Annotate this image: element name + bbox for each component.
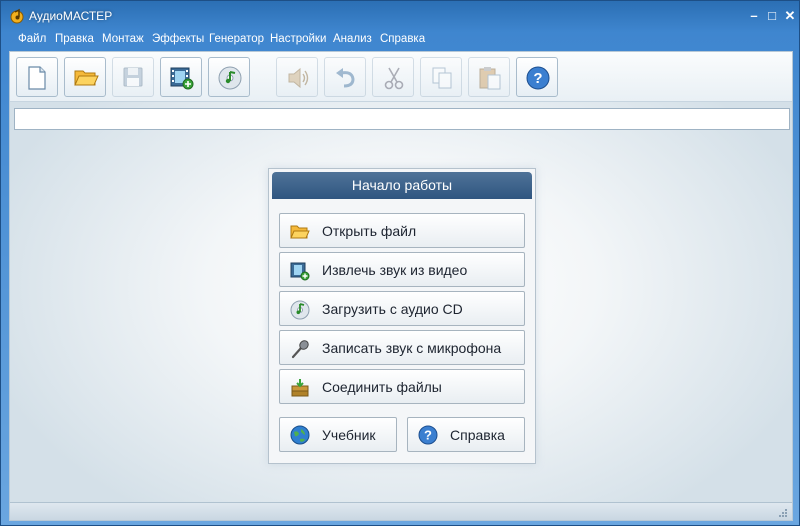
help-panel-button[interactable]: ? Справка <box>407 417 525 452</box>
speaker-icon <box>288 67 309 89</box>
maximize-button[interactable]: □ <box>765 9 779 23</box>
menu-settings[interactable]: Настройки <box>270 33 326 45</box>
globe-icon <box>290 425 310 445</box>
help-label: Справка <box>450 427 505 443</box>
tutorial-button[interactable]: Учебник <box>279 417 397 452</box>
film-add-icon <box>290 262 310 281</box>
cd-music-icon <box>290 300 310 320</box>
open-folder-button[interactable] <box>64 57 106 97</box>
join-files-icon <box>291 379 309 397</box>
extract-audio-label: Извлечь звук из видео <box>322 262 468 278</box>
app-logo-icon <box>10 8 24 24</box>
open-folder-icon <box>74 70 99 86</box>
join-files-label: Соединить файлы <box>322 379 442 395</box>
menu-help[interactable]: Справка <box>380 33 425 45</box>
minimize-button[interactable]: – <box>747 9 761 23</box>
help-icon: ? <box>526 66 550 90</box>
extract-video-button[interactable] <box>160 57 202 97</box>
app-window: АудиоМАСТЕР – □ ✕ Файл Правка Монтаж Эфф… <box>0 0 800 526</box>
extract-audio-button[interactable]: Извлечь звук из видео <box>279 252 525 287</box>
menu-generator[interactable]: Генератор <box>209 33 264 45</box>
play-button[interactable] <box>276 57 318 97</box>
cd-music-icon <box>218 66 242 90</box>
main-area: ? Начало работы Открыть файл Извлечь зву… <box>9 51 793 521</box>
help-icon: ? <box>418 425 438 445</box>
paste-button[interactable] <box>468 57 510 97</box>
new-file-icon <box>28 66 46 90</box>
start-panel-title: Начало работы <box>272 172 532 199</box>
svg-text:?: ? <box>533 70 542 87</box>
svg-text:?: ? <box>424 428 432 443</box>
cut-button[interactable] <box>372 57 414 97</box>
open-file-label: Открыть файл <box>322 223 417 239</box>
status-bar <box>10 502 792 520</box>
record-microphone-button[interactable]: Записать звук с микрофона <box>279 330 525 365</box>
join-files-button[interactable]: Соединить файлы <box>279 369 525 404</box>
menu-bar: Файл Правка Монтаж Эффекты Генератор Нас… <box>9 31 791 49</box>
film-add-icon <box>170 67 194 90</box>
load-audio-cd-button[interactable]: Загрузить с аудио CD <box>279 291 525 326</box>
new-file-button[interactable] <box>16 57 58 97</box>
load-cd-button[interactable] <box>208 57 250 97</box>
address-bar[interactable] <box>14 108 790 130</box>
copy-button[interactable] <box>420 57 462 97</box>
microphone-icon <box>291 340 309 359</box>
start-panel: Начало работы Открыть файл Извлечь звук … <box>268 168 536 464</box>
resize-grip-icon[interactable] <box>778 508 788 518</box>
cut-icon <box>384 67 404 90</box>
undo-button[interactable] <box>324 57 366 97</box>
title-bar[interactable]: АудиоМАСТЕР – □ ✕ <box>1 1 799 31</box>
close-button[interactable]: ✕ <box>783 9 797 23</box>
help-button[interactable]: ? <box>516 57 558 97</box>
menu-edit[interactable]: Правка <box>55 33 94 45</box>
paste-icon <box>479 67 501 90</box>
menu-analysis[interactable]: Анализ <box>333 33 372 45</box>
menu-file[interactable]: Файл <box>18 33 46 45</box>
open-file-button[interactable]: Открыть файл <box>279 213 525 248</box>
toolbar: ? <box>10 52 792 102</box>
menu-effects[interactable]: Эффекты <box>152 33 204 45</box>
save-button[interactable] <box>112 57 154 97</box>
save-icon <box>123 67 143 87</box>
open-folder-icon <box>290 225 310 239</box>
undo-icon <box>336 68 355 88</box>
menu-montage[interactable]: Монтаж <box>102 33 144 45</box>
copy-icon <box>432 67 452 89</box>
window-title: АудиоМАСТЕР <box>29 9 113 23</box>
tutorial-label: Учебник <box>322 427 376 443</box>
record-microphone-label: Записать звук с микрофона <box>322 340 502 356</box>
load-audio-cd-label: Загрузить с аудио CD <box>322 301 463 317</box>
